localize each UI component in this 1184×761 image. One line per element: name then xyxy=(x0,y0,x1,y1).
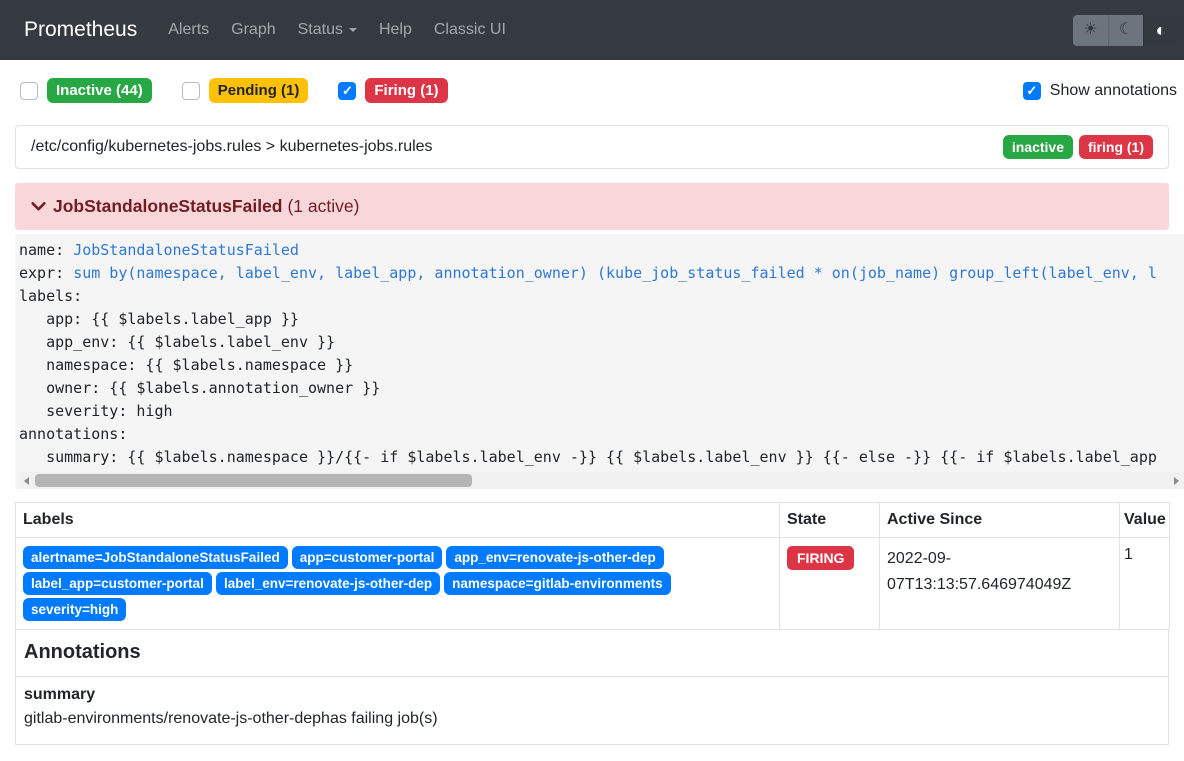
show-annotations-toggle[interactable]: ✓ Show annotations xyxy=(1023,82,1177,100)
auto-theme-button[interactable]: ◐ xyxy=(1143,15,1178,46)
nav-item-classic-ui[interactable]: Classic UI xyxy=(423,21,517,39)
pending-badge: Pending (1) xyxy=(209,78,309,103)
column-header-labels: Labels xyxy=(16,503,780,538)
filter-firing[interactable]: ✓ Firing (1) xyxy=(338,78,447,103)
nav-item-graph[interactable]: Graph xyxy=(220,21,286,39)
column-header-active-since: Active Since xyxy=(880,503,1120,538)
annotation-item: summary gitlab-environments/renovate-js-… xyxy=(16,677,1168,744)
annotations-section: Annotations summary gitlab-environments/… xyxy=(15,630,1169,745)
column-header-value: Value xyxy=(1120,503,1170,538)
inactive-badge: Inactive (44) xyxy=(47,78,152,103)
label-badge-severity: severity=high xyxy=(23,598,126,621)
pending-checkbox[interactable] xyxy=(182,82,200,100)
light-theme-button[interactable]: ☀ xyxy=(1073,15,1108,46)
dark-theme-button[interactable]: ☾ xyxy=(1108,15,1143,46)
active-alerts-table: Labels State Active Since Value alertnam… xyxy=(15,502,1170,630)
firing-checkbox[interactable]: ✓ xyxy=(338,82,356,100)
label-badges: alertname=JobStandaloneStatusFailed app=… xyxy=(23,546,772,621)
sun-icon: ☀ xyxy=(1083,22,1097,38)
rule-firing-badge: firing (1) xyxy=(1079,135,1153,159)
nav-item-status[interactable]: Status xyxy=(287,21,368,39)
annotation-name: summary xyxy=(24,686,1160,704)
nav-item-help[interactable]: Help xyxy=(368,21,423,39)
column-header-state: State xyxy=(780,503,880,538)
annotations-heading: Annotations xyxy=(16,630,1168,677)
check-icon: ✓ xyxy=(1026,83,1037,99)
alert-filters: Inactive (44) Pending (1) ✓ Firing (1) ✓… xyxy=(20,78,1177,103)
rule-group-path: /etc/config/kubernetes-jobs.rules > kube… xyxy=(31,138,433,156)
annotation-value: gitlab-environments/renovate-js-other-de… xyxy=(24,707,1160,731)
navbar: Prometheus Alerts Graph Status Help Clas… xyxy=(0,0,1184,60)
show-annotations-label: Show annotations xyxy=(1050,82,1177,100)
rule-group-badges: inactive firing (1) xyxy=(1003,135,1153,159)
scroll-right-arrow-icon[interactable] xyxy=(1174,477,1179,485)
table-header-row: Labels State Active Since Value xyxy=(16,503,1170,538)
horizontal-scrollbar[interactable] xyxy=(19,472,1184,489)
scrollbar-thumb[interactable] xyxy=(35,474,472,487)
rule-group-card: /etc/config/kubernetes-jobs.rules > kube… xyxy=(15,125,1169,169)
scroll-left-arrow-icon[interactable] xyxy=(24,477,29,485)
firing-state-badge: FIRING xyxy=(787,546,854,570)
alert-active-count: (1 active) xyxy=(287,196,359,217)
brand-prometheus[interactable]: Prometheus xyxy=(24,18,137,42)
theme-toggle-group: ☀ ☾ ◐ xyxy=(1073,15,1178,46)
rule-inactive-badge: inactive xyxy=(1003,135,1073,159)
table-row: alertname=JobStandaloneStatusFailed app=… xyxy=(16,538,1170,630)
nav-item-alerts[interactable]: Alerts xyxy=(157,21,220,39)
alert-rule-name: JobStandaloneStatusFailed xyxy=(53,196,282,217)
check-icon: ✓ xyxy=(342,83,353,99)
label-badge-label-env: label_env=renovate-js-other-dep xyxy=(216,572,440,595)
label-badge-alertname: alertname=JobStandaloneStatusFailed xyxy=(23,546,288,569)
label-badge-namespace: namespace=gitlab-environments xyxy=(444,572,670,595)
state-cell: FIRING xyxy=(780,538,880,630)
filter-inactive[interactable]: Inactive (44) xyxy=(20,78,152,103)
inactive-checkbox[interactable] xyxy=(20,82,38,100)
filter-pending[interactable]: Pending (1) xyxy=(182,78,309,103)
label-badge-label-app: label_app=customer-portal xyxy=(23,572,212,595)
moon-icon: ☾ xyxy=(1119,22,1133,38)
rule-definition-block: name: JobStandaloneStatusFailedexpr: sum… xyxy=(15,234,1184,489)
alert-rule-header[interactable]: JobStandaloneStatusFailed (1 active) xyxy=(15,183,1169,230)
firing-badge: Firing (1) xyxy=(365,78,447,103)
chevron-down-icon xyxy=(30,198,47,215)
caret-down-icon xyxy=(349,28,357,32)
active-since-cell: 2022-09-07T13:13:57.646974049Z xyxy=(880,538,1120,630)
rule-yaml-code: name: JobStandaloneStatusFailedexpr: sum… xyxy=(19,239,1184,469)
value-cell: 1 xyxy=(1120,538,1170,630)
label-badge-app-env: app_env=renovate-js-other-dep xyxy=(446,546,663,569)
label-badge-app: app=customer-portal xyxy=(292,546,443,569)
contrast-icon: ◐ xyxy=(1156,21,1167,39)
show-annotations-checkbox[interactable]: ✓ xyxy=(1023,82,1041,100)
labels-cell: alertname=JobStandaloneStatusFailed app=… xyxy=(16,538,780,630)
